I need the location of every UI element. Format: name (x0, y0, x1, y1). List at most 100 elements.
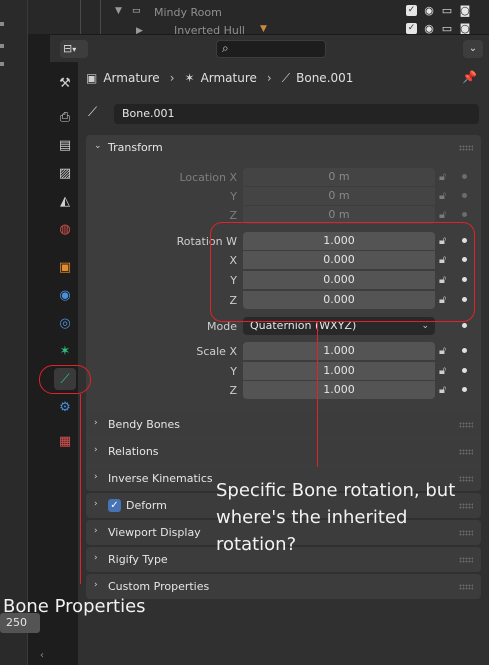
camera-icon[interactable]: ◙ (459, 23, 471, 35)
expand-triangle-icon[interactable]: ▶ (136, 26, 143, 34)
scale-z-label: Z (229, 384, 237, 397)
breadcrumb-separator: › (266, 71, 272, 85)
exclude-checkbox[interactable]: ✓ (406, 23, 417, 34)
bone-constraint-tab-icon[interactable]: ⚙ (54, 396, 76, 418)
object-icon: ▣ (86, 71, 98, 85)
scale-x-field[interactable]: 1.000 (243, 342, 435, 360)
breadcrumb: ▣ Armature › ✶ Armature › ⟋ Bone.001 (86, 68, 353, 88)
world-tab-icon[interactable]: ◍ (54, 218, 76, 240)
timeline-marker (0, 62, 4, 66)
bone-tab-pointer-line (80, 394, 81, 584)
monitor-icon[interactable]: ▭ (441, 23, 453, 35)
properties-tabs: ⚒ ⎙ ▤ ▨ ◭ ◍ ▣ ◉ ◎ ✶ ⟋ ⚙ ▦ (50, 62, 78, 665)
panel-title: Inverse Kinematics (108, 472, 213, 485)
scale-z-row: Z 1.000 🔓︎ (86, 381, 481, 400)
output-tab-icon[interactable]: ▤ (54, 134, 76, 156)
options-dropdown[interactable]: ⌄ (463, 40, 483, 58)
panel-title: Deform (126, 499, 167, 512)
chevron-left-icon[interactable]: ‹ (40, 650, 44, 661)
timeline-marker (0, 44, 4, 48)
view-layer-tab-icon[interactable]: ▨ (54, 162, 76, 184)
panel-header[interactable]: › Relations (86, 439, 481, 464)
drag-handle-icon[interactable] (459, 449, 473, 455)
outliner: ▼ ▭ Mindy Room ✓ ◉ ▭ ◙ ▶ Inverted Hull ▼… (28, 0, 489, 34)
location-x-row: Location X 0 m 🔓︎ (86, 168, 481, 187)
panel-title: Transform (108, 141, 163, 154)
keyframe-dot-icon[interactable] (462, 174, 467, 179)
physics-tab-icon[interactable]: ◎ (54, 312, 76, 334)
monitor-icon[interactable]: ▭ (441, 5, 453, 17)
properties-main: ▣ Armature › ✶ Armature › ⟋ Bone.001 📌 ⟋… (78, 62, 489, 665)
eye-icon[interactable]: ◉ (423, 23, 435, 35)
chevron-right-icon: › (94, 580, 98, 590)
outliner-row[interactable]: ▶ Inverted Hull ▼ ✓ ◉ ▭ ◙ (28, 22, 489, 34)
keyframe-dot-icon[interactable] (462, 387, 467, 392)
keyframe-dot-icon[interactable] (462, 193, 467, 198)
scene-tab-icon[interactable]: ◭ (54, 190, 76, 212)
lock-icon[interactable]: 🔓︎ (439, 208, 446, 222)
panel-title: Rigify Type (108, 553, 168, 566)
timeline-marker (0, 22, 4, 26)
breadcrumb-separator: › (169, 71, 175, 85)
expand-triangle-icon[interactable]: ▼ (115, 6, 122, 16)
chevron-down-icon: ⌄ (94, 141, 102, 151)
keyframe-dot-icon[interactable] (462, 323, 467, 328)
object-tab-icon[interactable]: ▣ (54, 256, 76, 278)
pin-icon[interactable]: 📌 (462, 70, 477, 84)
relations-panel[interactable]: › Relations (86, 439, 481, 464)
rotation-pointer-line (317, 322, 318, 467)
lock-icon[interactable]: 🔓︎ (439, 344, 446, 358)
drag-handle-icon[interactable] (459, 145, 473, 151)
bone-name-field[interactable]: Bone.001 (114, 104, 479, 124)
keyframe-dot-icon[interactable] (462, 348, 467, 353)
bone-icon: ⟋ (88, 105, 98, 120)
lock-icon[interactable]: 🔓︎ (439, 383, 446, 397)
modifier-tab-icon[interactable]: ◉ (54, 284, 76, 306)
viewport-edge (0, 0, 28, 665)
keyframe-dot-icon[interactable] (462, 212, 467, 217)
render-tab-icon[interactable]: ⎙ (54, 106, 76, 128)
bone-icon: ⟋ (281, 70, 291, 85)
outliner-row[interactable]: ▼ ▭ Mindy Room ✓ ◉ ▭ ◙ (28, 2, 489, 22)
camera-icon[interactable]: ◙ (459, 5, 471, 17)
scale-x-label: Scale X (196, 345, 237, 358)
transform-panel-header[interactable]: ⌄ Transform (86, 135, 481, 160)
location-x-label: Location X (179, 171, 237, 184)
breadcrumb-data: Armature (200, 71, 257, 85)
panel-title: Viewport Display (108, 526, 201, 539)
lock-icon[interactable]: 🔓︎ (439, 170, 446, 184)
chevron-down-icon: ▾ (72, 45, 77, 54)
rotation-highlight-box (210, 222, 475, 322)
armature-icon: ✶ (184, 71, 195, 85)
panel-title: Relations (108, 445, 159, 458)
tool-tab-icon[interactable]: ⚒ (54, 72, 76, 94)
editor-type-button[interactable]: ⊟▾ (60, 40, 88, 58)
outliner-item-label: Inverted Hull (174, 24, 245, 34)
location-y-row: Y 0 m 🔓︎ (86, 187, 481, 206)
drag-handle-icon[interactable] (459, 422, 473, 428)
drag-handle-icon[interactable] (459, 584, 473, 590)
texture-tab-icon[interactable]: ▦ (54, 430, 76, 452)
search-input[interactable]: ⌕ (216, 40, 326, 58)
location-y-field[interactable]: 0 m (243, 187, 435, 205)
scale-z-field[interactable]: 1.000 (243, 381, 435, 399)
location-x-field[interactable]: 0 m (243, 168, 435, 186)
deform-checkbox[interactable]: ✓ (108, 499, 121, 512)
chevron-right-icon: › (94, 472, 98, 482)
scale-y-row: Y 1.000 🔓︎ (86, 362, 481, 381)
keyframe-dot-icon[interactable] (462, 368, 467, 373)
lock-icon[interactable]: 🔓︎ (439, 364, 446, 378)
scale-y-field[interactable]: 1.000 (243, 362, 435, 380)
outliner-item-label: Mindy Room (154, 6, 222, 19)
armature-data-tab-icon[interactable]: ✶ (54, 340, 76, 362)
chevron-right-icon: › (94, 418, 98, 428)
properties-header: ⊟▾ ⌕ ⌄ (50, 34, 489, 62)
panel-header[interactable]: › Bendy Bones (86, 412, 481, 437)
bendy-bones-panel[interactable]: › Bendy Bones (86, 412, 481, 437)
chevron-down-icon: ⌄ (468, 43, 478, 54)
lock-icon[interactable]: 🔓︎ (439, 189, 446, 203)
bone-tab-highlight (39, 365, 91, 394)
exclude-checkbox[interactable]: ✓ (406, 5, 417, 16)
location-y-label: Y (230, 190, 237, 203)
eye-icon[interactable]: ◉ (423, 5, 435, 17)
